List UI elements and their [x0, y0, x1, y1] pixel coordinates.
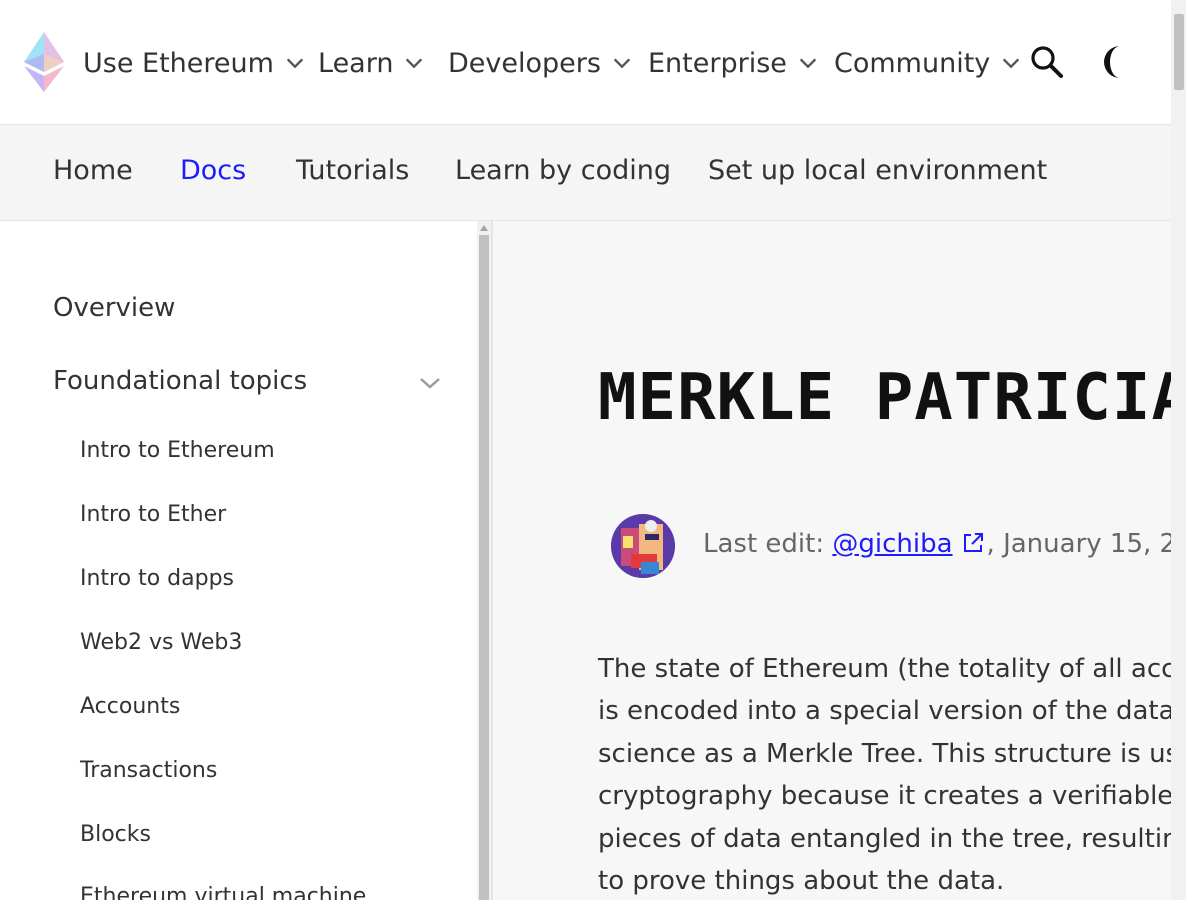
nav-enterprise[interactable]: Enterprise [648, 43, 819, 83]
subnav-local-environment[interactable]: Set up local environment [708, 155, 1047, 186]
nav-enterprise-label: Enterprise [648, 47, 787, 79]
docs-subnav: Home Docs Tutorials Learn by coding Set … [0, 125, 1171, 221]
subnav-home[interactable]: Home [53, 155, 133, 186]
sidebar-item-web2-vs-web3[interactable]: Web2 vs Web3 [80, 630, 242, 655]
sidebar-overview[interactable]: Overview [53, 293, 175, 323]
chevron-down-icon [1003, 58, 1020, 69]
paragraph-line: The state of Ethereum (the totality of a… [598, 654, 1171, 684]
chevron-down-icon [613, 58, 631, 69]
paragraph-line: to prove things about the data. [598, 866, 1005, 897]
top-navigation: Use Ethereum Learn Developers Enterprise… [0, 0, 1171, 125]
subnav-docs[interactable]: Docs [180, 155, 246, 186]
page-title: MERKLE PATRICIA [598, 361, 1171, 435]
sidebar-scrollbar[interactable] [477, 221, 491, 900]
chevron-down-icon [286, 58, 304, 69]
chevron-down-icon [799, 58, 817, 69]
main-content: MERKLE PATRICIA Last edit: @gichiba , Jan… [493, 221, 1171, 900]
page-scroll-thumb[interactable] [1174, 14, 1184, 90]
paragraph-line: pieces of data entangled in the tree, re… [598, 823, 1171, 854]
chevron-down-icon[interactable] [418, 371, 442, 395]
nav-use-ethereum-label: Use Ethereum [83, 47, 274, 79]
moon-icon[interactable] [1104, 44, 1138, 80]
scroll-up-arrow-icon[interactable] [480, 225, 488, 231]
last-edit-prefix: Last edit: [703, 529, 833, 559]
nav-learn-label: Learn [318, 47, 394, 79]
sidebar-item-intro-dapps[interactable]: Intro to dapps [80, 566, 234, 591]
sidebar-item-intro-ethereum[interactable]: Intro to Ethereum [80, 438, 275, 463]
last-edit-meta: Last edit: @gichiba , January 15, 20 [703, 529, 1171, 559]
paragraph-line: is encoded into a special version of the… [598, 696, 1171, 727]
sidebar-item-accounts[interactable]: Accounts [80, 694, 180, 719]
subnav-tutorials[interactable]: Tutorials [296, 155, 409, 186]
sidebar-foundational-topics[interactable]: Foundational topics [53, 366, 307, 396]
nav-developers[interactable]: Developers [448, 43, 633, 83]
subnav-learn-by-coding[interactable]: Learn by coding [455, 155, 671, 186]
external-link-icon [963, 533, 983, 552]
author-link[interactable]: @gichiba [832, 529, 952, 559]
docs-sidebar: Overview Foundational topics Intro to Et… [0, 221, 477, 900]
sidebar-item-intro-ether[interactable]: Intro to Ether [80, 502, 226, 527]
nav-use-ethereum[interactable]: Use Ethereum [83, 43, 306, 83]
page-scrollbar[interactable] [1171, 0, 1186, 900]
search-icon[interactable] [1030, 45, 1064, 79]
intro-paragraph: The state of Ethereum (the totality of a… [598, 648, 1171, 900]
chevron-down-icon [406, 58, 423, 69]
sidebar-scroll-thumb[interactable] [479, 235, 489, 900]
avatar[interactable] [611, 514, 675, 578]
ethereum-logo[interactable] [24, 32, 64, 92]
nav-learn[interactable]: Learn [318, 43, 425, 83]
nav-community-label: Community [834, 47, 991, 79]
nav-developers-label: Developers [448, 47, 601, 79]
last-edit-date: , January 15, 20 [986, 529, 1171, 559]
sidebar-item-blocks[interactable]: Blocks [80, 822, 151, 847]
paragraph-line: science as a Merkle Tree. This structure… [598, 738, 1171, 769]
nav-community[interactable]: Community [834, 43, 1022, 83]
sidebar-item-transactions[interactable]: Transactions [80, 758, 217, 783]
sidebar-item-evm[interactable]: Ethereum virtual machine [80, 884, 366, 900]
paragraph-line: cryptography because it creates a verifi… [598, 781, 1171, 812]
